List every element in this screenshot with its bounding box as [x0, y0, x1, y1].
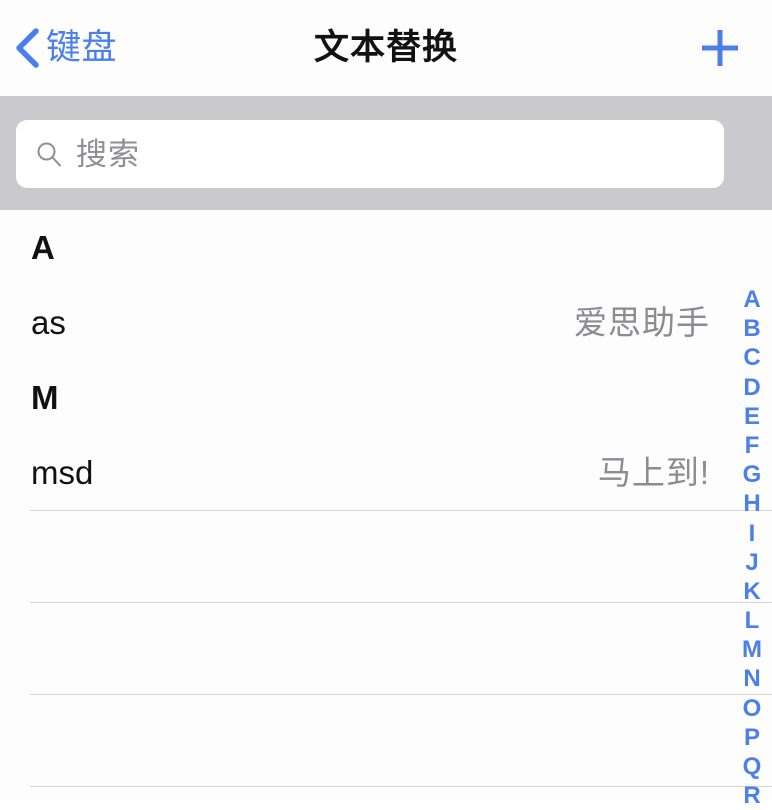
search-placeholder: 搜索 [76, 136, 140, 172]
page-title: 文本替换 [313, 28, 458, 67]
plus-icon [702, 30, 738, 66]
text-replacement-list: A as 爱思助手 M msd 马上到! [0, 210, 772, 800]
table-row[interactable]: as 爱思助手 [0, 285, 772, 360]
index-letter-i[interactable]: I [732, 519, 772, 548]
index-letter-c[interactable]: C [732, 343, 772, 372]
index-letter-h[interactable]: H [732, 489, 772, 518]
index-letter-q[interactable]: Q [732, 752, 772, 781]
add-button[interactable] [694, 22, 746, 74]
search-bar-container: 搜索 [0, 96, 772, 210]
alphabet-index[interactable]: ABCDEFGHIJKLMNOPQR [732, 285, 772, 809]
table-row[interactable]: msd 马上到! [0, 435, 772, 510]
section-header-label: M [31, 379, 59, 416]
navigation-bar: 键盘 文本替换 [0, 0, 772, 96]
index-letter-n[interactable]: N [732, 664, 772, 693]
index-letter-r[interactable]: R [732, 781, 772, 810]
search-icon [37, 142, 61, 167]
search-input[interactable]: 搜索 [16, 120, 724, 188]
row-phrase: 爱思助手 [574, 304, 710, 341]
index-letter-p[interactable]: P [732, 723, 772, 752]
index-letter-g[interactable]: G [732, 460, 772, 489]
index-letter-k[interactable]: K [732, 577, 772, 606]
empty-row [0, 511, 772, 602]
index-letter-a[interactable]: A [732, 285, 772, 314]
empty-row [0, 603, 772, 694]
index-letter-o[interactable]: O [732, 694, 772, 723]
section-header-m: M [0, 360, 772, 435]
row-divider [30, 786, 772, 787]
index-letter-j[interactable]: J [732, 548, 772, 577]
index-letter-m[interactable]: M [732, 635, 772, 664]
index-letter-l[interactable]: L [732, 606, 772, 635]
index-letter-d[interactable]: D [732, 373, 772, 402]
row-shortcut: msd [31, 454, 94, 491]
index-letter-b[interactable]: B [732, 314, 772, 343]
empty-row [0, 695, 772, 786]
section-header-a: A [0, 210, 772, 285]
index-letter-f[interactable]: F [732, 431, 772, 460]
row-phrase: 马上到! [597, 454, 710, 491]
section-header-label: A [31, 229, 55, 266]
index-letter-e[interactable]: E [732, 402, 772, 431]
row-shortcut: as [31, 304, 66, 341]
